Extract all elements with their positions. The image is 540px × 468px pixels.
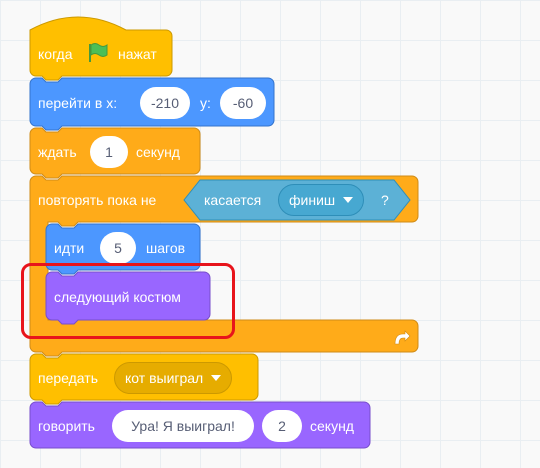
say-text-input[interactable]: Ура! Я выиграл! xyxy=(112,410,254,442)
wait-seconds-input[interactable]: 1 xyxy=(90,136,128,168)
say-seconds-input[interactable]: 2 xyxy=(262,410,302,442)
broadcast-label: передать xyxy=(38,370,98,386)
y-input[interactable]: -60 xyxy=(220,87,266,119)
script-block-shapes xyxy=(29,16,419,449)
touching-target-dropdown[interactable]: финиш xyxy=(278,184,365,216)
dropdown-arrow-icon xyxy=(343,197,354,203)
repeat-until-label: повторять пока не xyxy=(38,192,157,208)
green-flag-icon[interactable] xyxy=(86,41,110,65)
y-label: y: xyxy=(200,95,211,111)
go-to-label: перейти в x: xyxy=(38,95,118,111)
touching-target-value: финиш xyxy=(289,192,336,208)
when-flag-suffix: нажат xyxy=(118,46,157,62)
when-flag-prefix: когда xyxy=(38,46,73,62)
move-steps-input[interactable]: 5 xyxy=(100,232,136,264)
move-label: идти xyxy=(54,240,85,256)
highlight-frame xyxy=(21,263,235,339)
dropdown-arrow-icon xyxy=(211,375,222,381)
wait-label: ждать xyxy=(38,144,77,160)
wait-unit: секунд xyxy=(136,144,180,160)
touching-label: касается xyxy=(204,192,262,208)
say-unit: секунд xyxy=(310,418,354,434)
touching-question-mark: ? xyxy=(381,192,389,208)
say-label: говорить xyxy=(38,418,95,434)
broadcast-message-dropdown[interactable]: кот выиграл xyxy=(114,362,233,394)
x-input[interactable]: -210 xyxy=(140,87,190,119)
broadcast-message-value: кот выиграл xyxy=(125,370,204,386)
move-unit: шагов xyxy=(146,240,186,256)
